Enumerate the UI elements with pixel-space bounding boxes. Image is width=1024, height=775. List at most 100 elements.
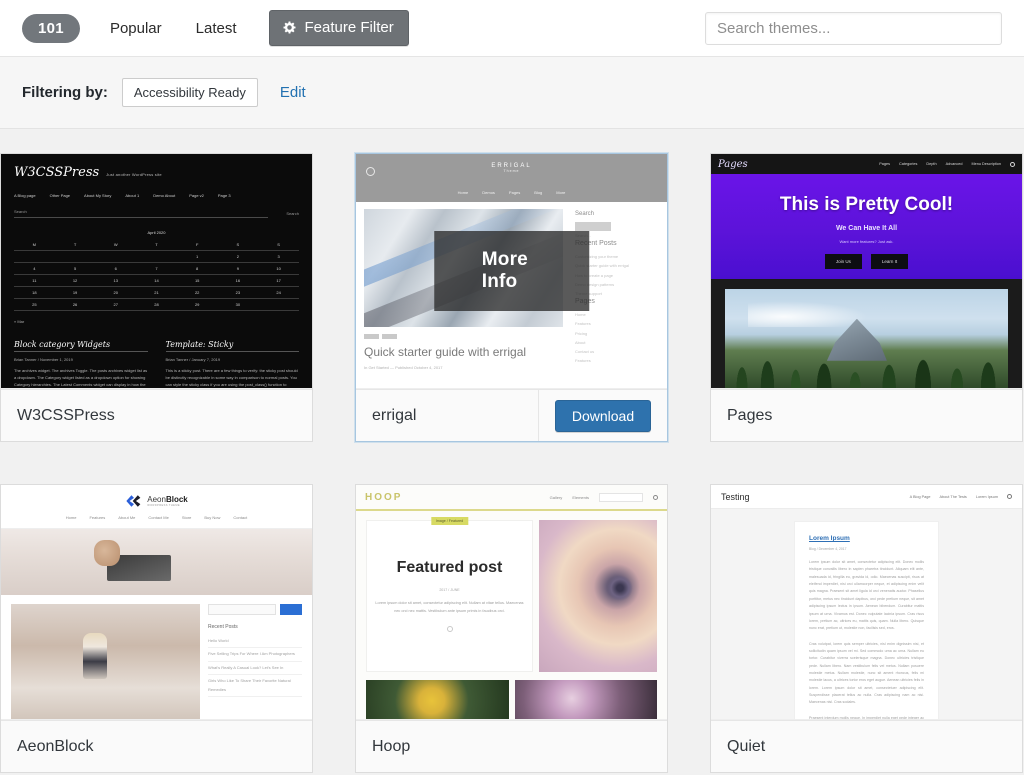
- preview-lower: Recent Posts Hello World Five Selling Trip…: [1, 595, 312, 719]
- preview-sidebar-item[interactable]: Girls Who Like To Share Their Favorite N…: [208, 675, 302, 697]
- preview-nav-item[interactable]: About The Tests: [940, 495, 967, 499]
- filtering-bar: Filtering by: Accessibility Ready Edit: [0, 57, 1024, 129]
- preview-nav-item[interactable]: Home: [458, 190, 469, 195]
- preview-cloud: [747, 300, 868, 327]
- search-icon[interactable]: [653, 494, 658, 500]
- preview-nav-item[interactable]: A Blog page: [14, 193, 36, 198]
- download-button[interactable]: Download: [554, 399, 652, 432]
- preview-search-input[interactable]: [208, 604, 276, 615]
- filtering-by-label: Filtering by:: [22, 84, 108, 101]
- preview-post-title[interactable]: Block category Widgets: [14, 340, 148, 352]
- preview-nav-item[interactable]: More: [556, 190, 565, 195]
- preview-post: Block category Widgets Brian Tanner / Nov…: [14, 340, 148, 388]
- preview-nav-item[interactable]: Advanced: [946, 162, 963, 166]
- theme-card[interactable]: HOOP Gallery Elements Image / Featured Featu…: [355, 484, 668, 773]
- preview-sidebar-item[interactable]: Features: [575, 319, 659, 328]
- preview-calendar-prev[interactable]: « Mar: [14, 319, 299, 324]
- preview-nav-item[interactable]: About Me: [118, 515, 135, 520]
- preview-nav-item[interactable]: Demo About: [153, 193, 175, 198]
- preview-post-title[interactable]: Lorem Ipsum: [809, 535, 924, 542]
- theme-screenshot[interactable]: W3CSSPress Just another WordPress site A B…: [1, 154, 312, 389]
- theme-screenshot[interactable]: ERRIGAL Theme Home Demos Pages Blog More Quick …: [356, 154, 667, 389]
- preview-nav-item[interactable]: Blog: [534, 190, 542, 195]
- theme-screenshot[interactable]: Pages Pages Categories Depth Advanced Menu De…: [711, 154, 1022, 389]
- preview-nav-item[interactable]: Lorem Ipsum: [976, 495, 998, 499]
- preview-nav-item[interactable]: Depth: [926, 162, 936, 166]
- preview-post-body: Cras volutpat, lorem quis semper ultrici…: [809, 641, 924, 705]
- preview-nav-item[interactable]: Demos: [482, 190, 495, 195]
- preview-nav-item[interactable]: Elements: [572, 495, 589, 500]
- theme-preview-quiet: Testing A Blog Page About The Tests Lorem I…: [711, 485, 1022, 719]
- preview-search-input[interactable]: [599, 492, 643, 502]
- preview-sidebar-search-button[interactable]: [575, 222, 611, 231]
- preview-search-button[interactable]: [280, 604, 302, 615]
- filter-tag-accessibility-ready[interactable]: Accessibility Ready: [121, 78, 258, 107]
- tab-popular[interactable]: Popular: [108, 16, 164, 41]
- theme-card[interactable]: W3CSSPress Just another WordPress site A B…: [0, 153, 313, 442]
- theme-screenshot[interactable]: AeonBlock WORDPRESS THEME Home Features Abou…: [1, 485, 312, 720]
- preview-sidebar-item[interactable]: Features: [575, 356, 659, 365]
- preview-nav-item[interactable]: Other Page: [50, 193, 70, 198]
- preview-sidebar-item[interactable]: Contact us: [575, 347, 659, 356]
- preview-post-meta: Brian Tanner / January 7, 2019: [165, 357, 221, 362]
- preview-nav-item[interactable]: Store: [182, 515, 192, 520]
- preview-hero-button[interactable]: Join Us: [824, 254, 862, 269]
- preview-nav-item[interactable]: Page 3: [218, 193, 231, 198]
- preview-read-more-icon[interactable]: [446, 625, 453, 632]
- preview-sidebar-item[interactable]: Five Selling Trips For Where I Am Photog…: [208, 648, 302, 662]
- preview-nav-item[interactable]: Gallery: [550, 495, 563, 500]
- preview-post-meta: 2017 / JUNE: [439, 588, 460, 592]
- preview-sidebar-item[interactable]: Hello World: [208, 635, 302, 649]
- preview-search-input[interactable]: Search: [14, 209, 269, 218]
- preview-nav-item[interactable]: Buy Now: [204, 515, 220, 520]
- theme-name: Pages: [727, 406, 773, 424]
- preview-thumb: [366, 680, 509, 719]
- preview-nav-item[interactable]: Home: [66, 515, 77, 520]
- preview-sidebar-item[interactable]: About: [575, 338, 659, 347]
- preview-nav-item[interactable]: Menu Description: [971, 162, 1001, 166]
- preview-brand: Testing: [721, 491, 750, 502]
- preview-sidebar-item[interactable]: What's Really A Casual Look? Let's See I…: [208, 662, 302, 676]
- more-info-button[interactable]: More Info: [433, 231, 590, 311]
- theme-name-bar: AeonBlock: [1, 720, 312, 772]
- preview-header: Pages Pages Categories Depth Advanced Menu De…: [711, 154, 1022, 174]
- preview-post-title[interactable]: Featured post: [375, 558, 524, 578]
- theme-card[interactable]: Testing A Blog Page About The Tests Lorem I…: [710, 484, 1023, 773]
- preview-nav-item[interactable]: Features: [89, 515, 105, 520]
- preview-hero-image: [1, 529, 312, 595]
- preview-sidebar-item[interactable]: Home: [575, 310, 659, 319]
- preview-nav-item[interactable]: A Blog Page: [910, 495, 931, 499]
- tab-latest[interactable]: Latest: [194, 16, 239, 41]
- feature-filter-button[interactable]: Feature Filter: [268, 10, 409, 46]
- preview-hero-button[interactable]: Learn It: [870, 254, 909, 269]
- theme-screenshot[interactable]: HOOP Gallery Elements Image / Featured Featu…: [356, 485, 667, 720]
- search-icon[interactable]: [1010, 161, 1015, 167]
- theme-screenshot[interactable]: Testing A Blog Page About The Tests Lorem I…: [711, 485, 1022, 720]
- preview-header: HOOP Gallery Elements: [356, 485, 667, 511]
- theme-card[interactable]: AeonBlock WORDPRESS THEME Home Features Abou…: [0, 484, 313, 773]
- preview-brand-strong: Block: [165, 494, 188, 504]
- preview-nav-item[interactable]: Contact Me: [148, 515, 168, 520]
- preview-search-row: Search Search: [14, 209, 299, 218]
- search-input[interactable]: [705, 11, 1002, 45]
- preview-sidebar-item[interactable]: Pricing: [575, 329, 659, 338]
- theme-card[interactable]: Pages Pages Categories Depth Advanced Menu De…: [710, 153, 1023, 442]
- preview-post-title[interactable]: Template: Sticky: [165, 340, 299, 352]
- preview-nav-item[interactable]: Pages: [879, 162, 890, 166]
- search-icon[interactable]: [1007, 494, 1012, 499]
- preview-nav-item[interactable]: Categories: [899, 162, 917, 166]
- preview-nav-item[interactable]: About My Story: [84, 193, 111, 198]
- preview-nav-item[interactable]: About 1: [125, 193, 139, 198]
- preview-post-title[interactable]: Quick starter guide with errigal: [364, 345, 563, 359]
- preview-featured: Image / Featured Featured post 2017 / JUNE…: [366, 517, 657, 672]
- theme-name: errigal: [372, 406, 417, 424]
- preview-nav-item[interactable]: Page v2: [189, 193, 204, 198]
- theme-name-bar: Pages: [711, 389, 1022, 441]
- theme-card[interactable]: ERRIGAL Theme Home Demos Pages Blog More Quick …: [355, 153, 668, 442]
- theme-preview-hoop: HOOP Gallery Elements Image / Featured Featu…: [356, 485, 667, 719]
- preview-nav-item[interactable]: Contact: [233, 515, 247, 520]
- preview-nav-item[interactable]: Pages: [509, 190, 520, 195]
- edit-filters-link[interactable]: Edit: [280, 84, 306, 101]
- preview-nav: Gallery Elements: [550, 492, 658, 502]
- preview-search-button[interactable]: Search: [286, 211, 299, 216]
